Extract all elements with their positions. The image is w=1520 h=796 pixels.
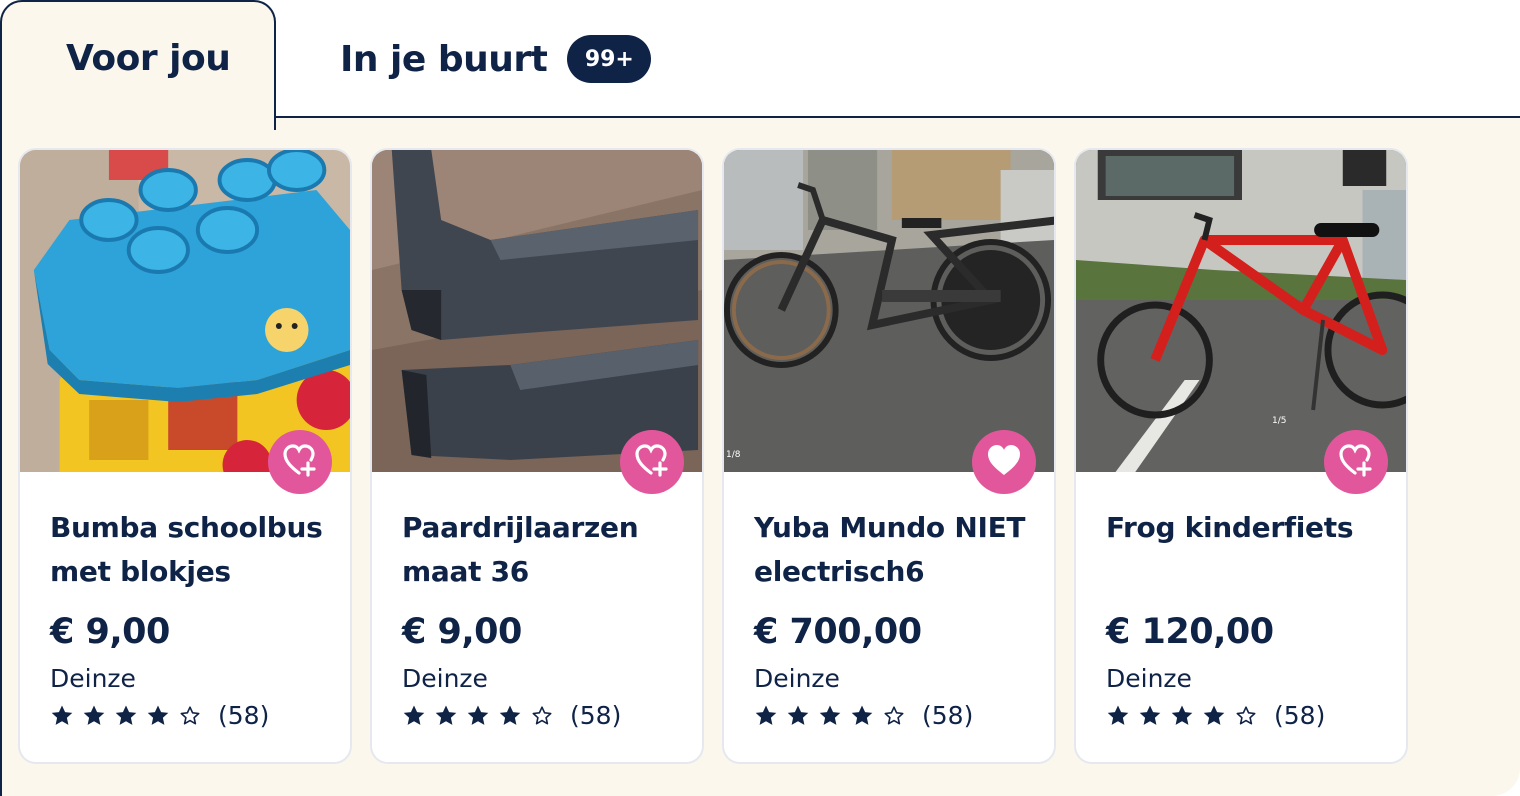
- star-filled-icon: [1139, 705, 1161, 725]
- listing-card[interactable]: 1/8 Yuba Mundo NIET electrisch6 € 700,00…: [722, 148, 1056, 764]
- listing-location: Deinze: [50, 664, 136, 693]
- listing-title[interactable]: Yuba Mundo NIET electrisch6: [754, 506, 1038, 594]
- star-filled-icon: [147, 705, 169, 725]
- star-filled-icon: [1203, 705, 1225, 725]
- listing-photo[interactable]: 1/8: [724, 150, 1054, 472]
- tab-voor-jou[interactable]: Voor jou: [0, 0, 276, 130]
- favorite-button[interactable]: [620, 430, 684, 494]
- marketplace-widget: Voor jou In je buurt 99+ Bumba schoolbus…: [0, 0, 1520, 796]
- listing-info: Bumba schoolbus met blokjes € 9,00 Deinz…: [50, 506, 334, 730]
- star-empty-icon: [884, 705, 904, 724]
- listing-info: Frog kinderfiets € 120,00 Deinze (58): [1106, 506, 1390, 730]
- listing-info: Yuba Mundo NIET electrisch6 € 700,00 Dei…: [754, 506, 1038, 730]
- seller-rating: (58): [754, 701, 1038, 730]
- star-filled-icon: [435, 705, 457, 725]
- seller-rating: (58): [402, 701, 686, 730]
- listing-card[interactable]: Paardrijlaarzen maat 36 € 9,00 Deinze (5…: [370, 148, 704, 764]
- tab-label: Voor jou: [66, 38, 231, 79]
- star-filled-icon: [467, 705, 489, 725]
- count-badge: 99+: [567, 35, 652, 83]
- photo-counter: 1/8: [726, 450, 741, 460]
- star-filled-icon: [51, 705, 73, 725]
- listing-photo[interactable]: [20, 150, 350, 472]
- seller-rating: (58): [1106, 701, 1390, 730]
- listing-price: € 120,00: [1106, 612, 1274, 652]
- review-count: (58): [922, 701, 974, 730]
- star-empty-icon: [180, 705, 200, 724]
- heart-filled-icon: [985, 443, 1023, 481]
- listing-title[interactable]: Bumba schoolbus met blokjes: [50, 506, 334, 594]
- rating-stars: [754, 704, 906, 728]
- review-count: (58): [1274, 701, 1326, 730]
- star-filled-icon: [755, 705, 777, 725]
- favorite-button[interactable]: [972, 430, 1036, 494]
- listing-card[interactable]: Bumba schoolbus met blokjes € 9,00 Deinz…: [18, 148, 352, 764]
- star-empty-icon: [1236, 705, 1256, 724]
- rating-stars: [50, 704, 202, 728]
- star-filled-icon: [1107, 705, 1129, 725]
- listing-title[interactable]: Frog kinderfiets: [1106, 506, 1390, 594]
- listing-photo[interactable]: [372, 150, 702, 472]
- star-filled-icon: [1171, 705, 1193, 725]
- listing-title[interactable]: Paardrijlaarzen maat 36: [402, 506, 686, 594]
- star-filled-icon: [787, 705, 809, 725]
- listing-price: € 700,00: [754, 612, 922, 652]
- star-filled-icon: [851, 705, 873, 725]
- star-filled-icon: [115, 705, 137, 725]
- favorite-button[interactable]: [1324, 430, 1388, 494]
- rating-stars: [1106, 704, 1258, 728]
- star-filled-icon: [83, 705, 105, 725]
- listing-info: Paardrijlaarzen maat 36 € 9,00 Deinze (5…: [402, 506, 686, 730]
- listing-location: Deinze: [1106, 664, 1192, 693]
- listing-photo[interactable]: 1/5: [1076, 150, 1406, 472]
- heart-plus-icon: [634, 443, 670, 481]
- listing-card[interactable]: 1/5 Frog kinderfiets € 120,00 Deinze (58…: [1074, 148, 1408, 764]
- heart-plus-icon: [282, 443, 318, 481]
- star-filled-icon: [403, 705, 425, 725]
- review-count: (58): [570, 701, 622, 730]
- favorite-button[interactable]: [268, 430, 332, 494]
- rating-stars: [402, 704, 554, 728]
- tab-in-je-buurt[interactable]: In je buurt 99+: [340, 34, 652, 84]
- listing-price: € 9,00: [402, 612, 522, 652]
- heart-plus-icon: [1338, 443, 1374, 481]
- seller-rating: (58): [50, 701, 334, 730]
- tab-label: In je buurt: [340, 38, 548, 80]
- listing-price: € 9,00: [50, 612, 170, 652]
- star-filled-icon: [499, 705, 521, 725]
- review-count: (58): [218, 701, 270, 730]
- star-empty-icon: [532, 705, 552, 724]
- listing-location: Deinze: [402, 664, 488, 693]
- listing-location: Deinze: [754, 664, 840, 693]
- star-filled-icon: [819, 705, 841, 725]
- photo-counter: 1/5: [1272, 416, 1287, 426]
